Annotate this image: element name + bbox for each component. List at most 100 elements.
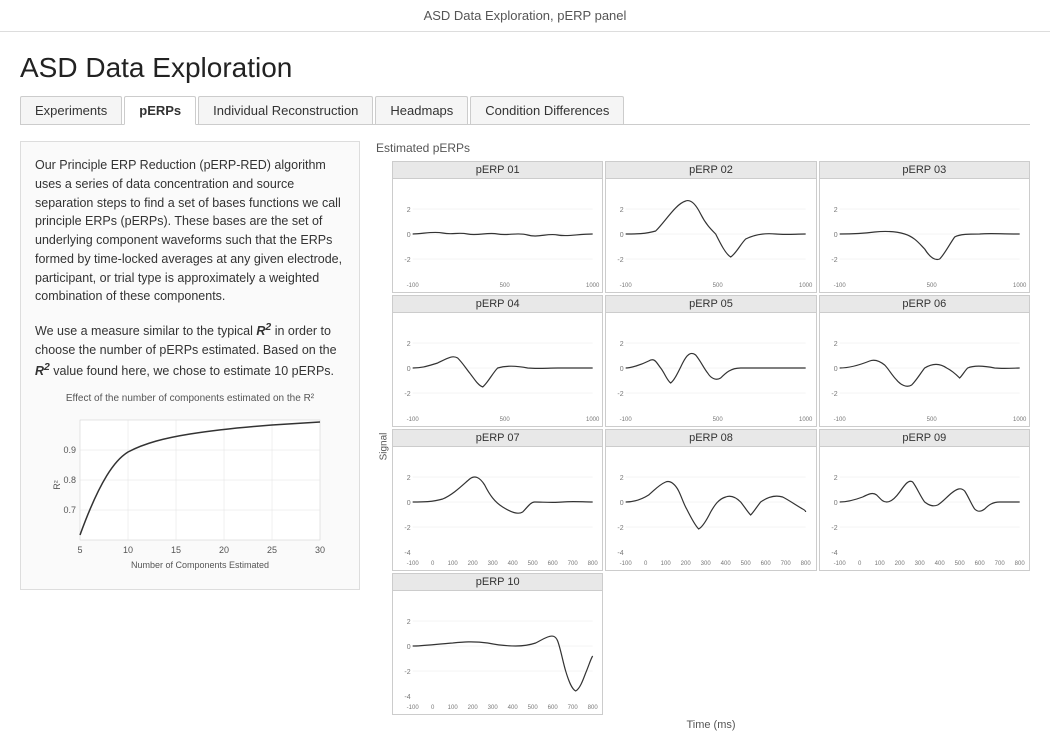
- svg-text:500: 500: [713, 283, 724, 289]
- svg-text:200: 200: [681, 561, 692, 567]
- svg-text:-2: -2: [404, 525, 410, 532]
- svg-text:-2: -2: [404, 391, 410, 398]
- svg-text:0.8: 0.8: [63, 475, 76, 485]
- r2-chart: 0.9 0.8 0.7 5 10 15 20 25 30 R²: [50, 410, 330, 570]
- svg-text:-100: -100: [833, 417, 846, 423]
- svg-text:400: 400: [508, 561, 519, 567]
- perp-cell-09: pERP 09 2 0 -2 -4: [819, 429, 1030, 571]
- svg-text:2: 2: [407, 619, 411, 626]
- svg-text:0: 0: [833, 232, 837, 239]
- svg-text:25: 25: [267, 545, 277, 555]
- estimated-label: Estimated pERPs: [376, 141, 1030, 155]
- description-paragraph2: We use a measure similar to the typical …: [35, 320, 345, 381]
- perp-07-chart: 2 0 -2 -4 -100 0 100 200: [393, 447, 602, 567]
- svg-text:1000: 1000: [586, 417, 600, 423]
- app-title: ASD Data Exploration: [20, 52, 1030, 84]
- svg-text:200: 200: [468, 705, 479, 711]
- perp-07-title: pERP 07: [393, 430, 602, 447]
- mini-chart-container: Effect of the number of components estim…: [35, 391, 345, 576]
- r2-symbol: R2: [256, 324, 271, 338]
- svg-text:0: 0: [407, 500, 411, 507]
- svg-text:500: 500: [926, 283, 937, 289]
- svg-text:-100: -100: [407, 705, 420, 711]
- r2-symbol2: R2: [35, 364, 50, 378]
- tab-headmaps[interactable]: Headmaps: [375, 96, 468, 124]
- perp-01-title: pERP 01: [393, 162, 602, 179]
- perp-cell-08: pERP 08 2 0 -2 -4: [605, 429, 816, 571]
- svg-text:-100: -100: [620, 417, 633, 423]
- svg-text:0: 0: [620, 232, 624, 239]
- svg-text:15: 15: [171, 545, 181, 555]
- mini-chart-title: Effect of the number of components estim…: [35, 391, 345, 406]
- svg-text:500: 500: [954, 561, 965, 567]
- perp-cell-05: pERP 05 2 0 -2 -100: [605, 295, 816, 427]
- svg-text:0: 0: [431, 705, 435, 711]
- svg-text:2: 2: [833, 341, 837, 348]
- svg-text:-100: -100: [620, 561, 633, 567]
- tab-condition-differences[interactable]: Condition Differences: [470, 96, 624, 124]
- perp-grid-container: pERP 01 2 0 -2: [392, 161, 1030, 731]
- perp-02-title: pERP 02: [606, 162, 815, 179]
- svg-text:700: 700: [568, 705, 579, 711]
- svg-text:700: 700: [994, 561, 1005, 567]
- perp-08-chart: 2 0 -2 -4 -100 0 100 200 300: [606, 447, 815, 567]
- svg-text:0: 0: [620, 366, 624, 373]
- svg-text:5: 5: [77, 545, 82, 555]
- svg-text:300: 300: [488, 705, 499, 711]
- svg-text:0: 0: [620, 500, 624, 507]
- perp-01-chart: 2 0 -2 -100 500 1000: [393, 179, 602, 289]
- svg-text:2: 2: [833, 475, 837, 482]
- tab-perps[interactable]: pERPs: [124, 96, 196, 125]
- svg-text:2: 2: [620, 475, 624, 482]
- svg-text:400: 400: [934, 561, 945, 567]
- svg-text:-4: -4: [618, 550, 624, 557]
- perp-cell-01: pERP 01 2 0 -2: [392, 161, 603, 293]
- svg-text:-100: -100: [620, 283, 633, 289]
- svg-text:R²: R²: [52, 480, 62, 490]
- svg-text:100: 100: [874, 561, 885, 567]
- perp-06-chart: 2 0 -2 -100 500 1000: [820, 313, 1029, 423]
- svg-text:0: 0: [407, 366, 411, 373]
- perp-08-title: pERP 08: [606, 430, 815, 447]
- browser-title: ASD Data Exploration, pERP panel: [0, 0, 1050, 32]
- time-axis-label: Time (ms): [392, 719, 1030, 731]
- perp-06-title: pERP 06: [820, 296, 1029, 313]
- svg-text:-100: -100: [833, 561, 846, 567]
- svg-text:500: 500: [528, 705, 539, 711]
- svg-text:2: 2: [620, 341, 624, 348]
- svg-text:300: 300: [488, 561, 499, 567]
- svg-text:700: 700: [781, 561, 792, 567]
- svg-text:1000: 1000: [799, 283, 813, 289]
- svg-text:1000: 1000: [1013, 417, 1027, 423]
- perp-03-title: pERP 03: [820, 162, 1029, 179]
- svg-text:500: 500: [926, 417, 937, 423]
- svg-text:20: 20: [219, 545, 229, 555]
- svg-text:600: 600: [548, 705, 559, 711]
- svg-text:-2: -2: [618, 257, 624, 264]
- svg-text:800: 800: [588, 561, 599, 567]
- svg-text:0: 0: [833, 500, 837, 507]
- svg-text:0: 0: [431, 561, 435, 567]
- svg-text:400: 400: [508, 705, 519, 711]
- svg-text:10: 10: [123, 545, 133, 555]
- perp-04-chart: 2 0 -2 -100 500 1000: [393, 313, 602, 423]
- svg-text:800: 800: [801, 561, 812, 567]
- description-paragraph1: Our Principle ERP Reduction (pERP-RED) a…: [35, 156, 345, 306]
- svg-text:30: 30: [315, 545, 325, 555]
- tab-individual-reconstruction[interactable]: Individual Reconstruction: [198, 96, 373, 124]
- perp-02-chart: 2 0 -2 -100 500 1000: [606, 179, 815, 289]
- svg-text:-2: -2: [618, 525, 624, 532]
- svg-text:500: 500: [528, 561, 539, 567]
- perp-03-chart: 2 0 -2 -100 500 1000: [820, 179, 1029, 289]
- svg-text:-4: -4: [404, 694, 410, 701]
- svg-text:1000: 1000: [799, 417, 813, 423]
- svg-text:-2: -2: [831, 525, 837, 532]
- svg-text:-100: -100: [833, 283, 846, 289]
- svg-text:300: 300: [701, 561, 712, 567]
- svg-text:100: 100: [448, 561, 459, 567]
- svg-text:100: 100: [448, 705, 459, 711]
- perp-10-title: pERP 10: [393, 574, 602, 591]
- svg-text:0: 0: [858, 561, 862, 567]
- svg-text:0.9: 0.9: [63, 445, 76, 455]
- tab-experiments[interactable]: Experiments: [20, 96, 122, 124]
